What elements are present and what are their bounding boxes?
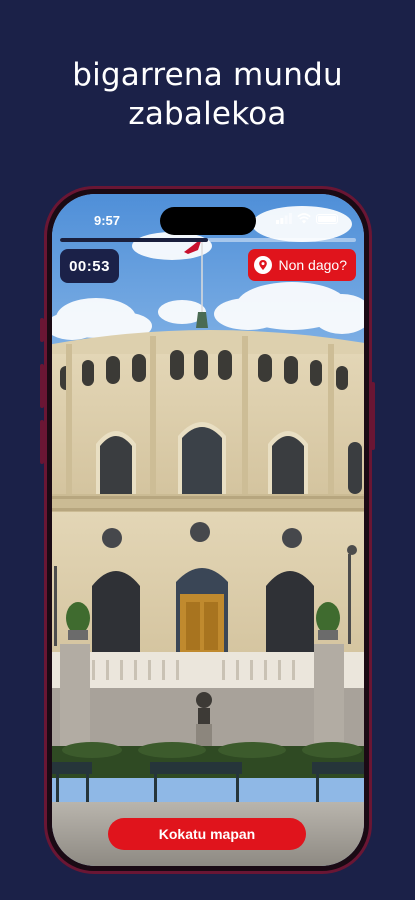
phone-silent-switch xyxy=(40,318,44,342)
round-progress-bar xyxy=(60,238,356,242)
status-icons xyxy=(276,213,338,224)
location-pin-icon xyxy=(254,256,273,274)
doors xyxy=(92,568,314,656)
where-is-it-label: Non dago? xyxy=(278,257,347,273)
landmark-photo xyxy=(52,194,364,866)
app-store-preview: bigarrena mundu zabalekoa 9:57 00:53 Non… xyxy=(0,0,415,900)
phone-screen: 9:57 00:53 Non dago? Kokatu mapan xyxy=(52,194,364,866)
round-progress-fill xyxy=(60,238,208,242)
roof-ornament xyxy=(196,312,208,328)
phone-power-button xyxy=(371,382,375,450)
headline-line-1: bigarrena mundu xyxy=(72,57,343,93)
status-time: 9:57 xyxy=(94,213,121,228)
where-is-it-button[interactable]: Non dago? xyxy=(248,249,356,281)
headline-line-2: zabalekoa xyxy=(128,96,287,132)
dynamic-island xyxy=(160,207,256,235)
battery-icon xyxy=(316,213,338,224)
place-on-map-label: Kokatu mapan xyxy=(158,826,256,842)
phone-volume-down xyxy=(40,420,44,464)
signal-icon xyxy=(276,213,292,224)
wifi-icon xyxy=(297,213,311,224)
countdown-timer: 00:53 xyxy=(60,249,119,283)
statue xyxy=(196,692,212,748)
place-on-map-button[interactable]: Kokatu mapan xyxy=(108,818,306,850)
phone-volume-up xyxy=(40,364,44,408)
headline: bigarrena mundu zabalekoa xyxy=(0,56,415,134)
